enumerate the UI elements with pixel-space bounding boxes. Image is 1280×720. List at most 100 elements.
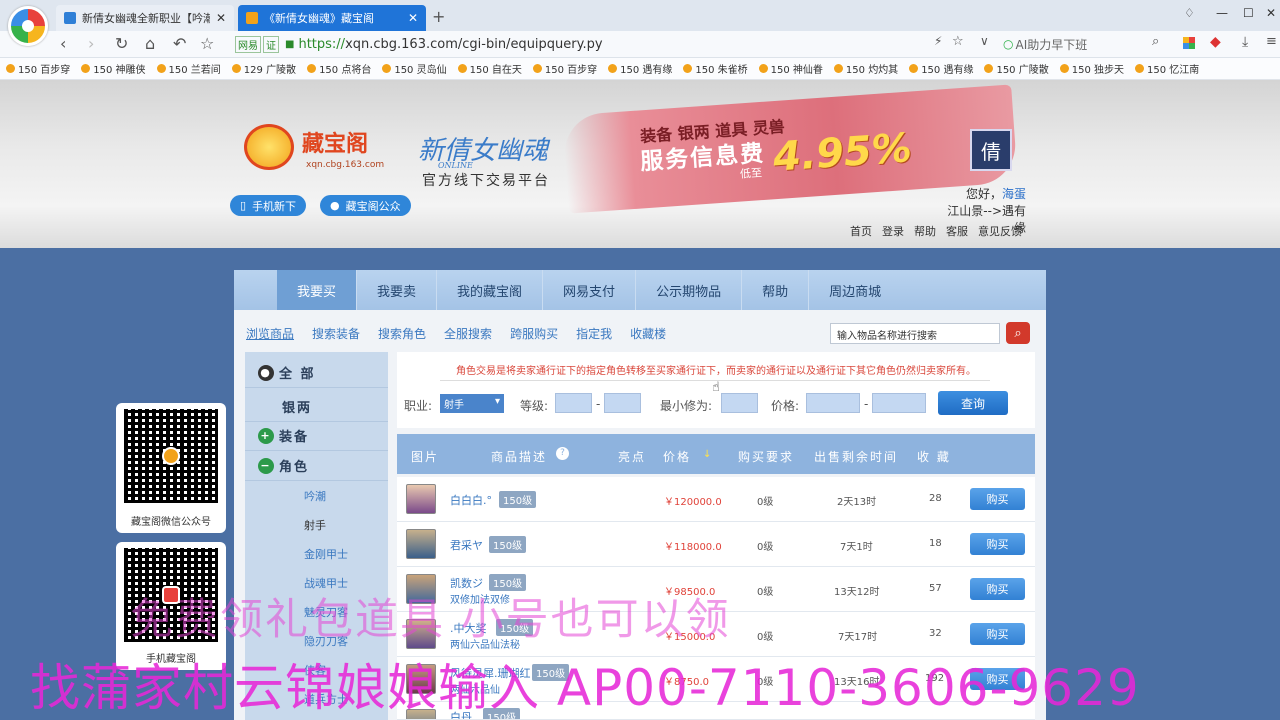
- price-max-input[interactable]: [872, 393, 926, 413]
- subnav-search-role[interactable]: 搜索角色: [378, 325, 426, 342]
- category-role[interactable]: − 角色: [245, 451, 388, 481]
- minimize-icon[interactable]: —: [1216, 6, 1228, 20]
- tab-publicity[interactable]: 公示期物品: [636, 270, 743, 310]
- bookmark-item[interactable]: 150 灼灼其: [833, 61, 898, 76]
- bookmark-item[interactable]: 150 灵岛仙: [382, 61, 447, 76]
- table-row[interactable]: 君采ヤ 150级 ￥118000.0 0级 7天1时 18 购买: [397, 522, 1035, 567]
- bookmark-item[interactable]: 150 点将台: [307, 61, 371, 76]
- wechat-button[interactable]: ● 藏宝阁公众: [320, 195, 411, 216]
- subnav-favorites[interactable]: 收藏楼: [630, 325, 666, 342]
- search-icon[interactable]: ⌕: [1006, 322, 1030, 344]
- level-max-input[interactable]: [604, 393, 641, 413]
- requirement: 0级: [757, 542, 774, 553]
- wechat-icon: ●: [330, 199, 340, 212]
- role-jingang[interactable]: 金刚甲士: [245, 539, 388, 568]
- reload-icon[interactable]: ↻: [115, 34, 128, 53]
- category-silver[interactable]: 银两: [245, 392, 388, 422]
- back-icon[interactable]: ‹: [60, 34, 66, 53]
- role-name[interactable]: 君采ヤ: [450, 537, 483, 553]
- tab-buy[interactable]: 我要买: [277, 270, 358, 310]
- cultivation-input[interactable]: [721, 393, 758, 413]
- bookmark-item[interactable]: 150 广陵散: [984, 61, 1049, 76]
- url-field[interactable]: 网易 证 ■ https://xqn.cbg.163.com/cgi-bin/e…: [235, 34, 975, 54]
- link-help[interactable]: 帮助: [914, 223, 936, 239]
- maximize-icon[interactable]: ☐: [1243, 6, 1254, 20]
- tab-help[interactable]: 帮助: [742, 270, 810, 310]
- undo-icon[interactable]: ↶: [173, 34, 186, 53]
- browser-logo-icon[interactable]: [8, 6, 48, 46]
- forward-icon[interactable]: ›: [88, 34, 94, 53]
- home-icon[interactable]: ⌂: [145, 34, 155, 53]
- sub-nav: 浏览商品 搜索装备 搜索角色 全服搜索 跨服购买 指定我 收藏楼: [246, 325, 666, 342]
- price-min-input[interactable]: [806, 393, 860, 413]
- menu-icon[interactable]: ≡: [1266, 34, 1277, 49]
- subnav-cross-server[interactable]: 跨服购买: [510, 325, 558, 342]
- username-link[interactable]: 海蛋: [1002, 187, 1026, 201]
- table-row[interactable]: 白白白.° 150级 ￥120000.0 0级 2天13时 28 购买: [397, 477, 1035, 522]
- subnav-global-search[interactable]: 全服搜索: [444, 325, 492, 342]
- role-archer[interactable]: 射手: [245, 510, 388, 539]
- link-feedback[interactable]: 意见反馈: [978, 223, 1022, 239]
- tab-sell[interactable]: 我要卖: [357, 270, 438, 310]
- chevron-down-icon[interactable]: ∨: [980, 34, 989, 48]
- mobile-download-button[interactable]: ▯ 手机新下: [230, 195, 307, 216]
- bookmark-item[interactable]: 150 朱雀桥: [683, 61, 748, 76]
- bookmark-item[interactable]: 150 百步穿: [6, 61, 70, 76]
- avatar[interactable]: [406, 484, 436, 514]
- download-icon[interactable]: ⤓: [1242, 34, 1248, 50]
- close-tab-icon[interactable]: ✕: [408, 11, 418, 25]
- search-input[interactable]: ○ AI助力早下班: [1003, 34, 1173, 54]
- link-service[interactable]: 客服: [946, 223, 968, 239]
- site-logo[interactable]: 藏宝阁 xqn.cbg.163.com: [238, 120, 398, 180]
- tab-mall[interactable]: 周边商城: [809, 270, 901, 310]
- level-min-input[interactable]: [555, 393, 592, 413]
- bookmark-item[interactable]: 150 遇有缘: [608, 61, 672, 76]
- skin-icon[interactable]: ♢: [1184, 6, 1195, 20]
- tab-cbg[interactable]: 《新倩女幽魂》藏宝阁 ✕: [238, 5, 426, 31]
- role-name[interactable]: 白白白.°: [450, 492, 492, 508]
- bookmark-item[interactable]: 150 百步穿: [532, 61, 597, 76]
- buy-button[interactable]: 购买: [970, 533, 1025, 555]
- bookmark-star-icon[interactable]: ☆: [952, 34, 964, 49]
- close-tab-icon[interactable]: ✕: [216, 11, 226, 25]
- bookmark-item[interactable]: 150 兰若间: [156, 61, 221, 76]
- category-equip[interactable]: + 装备: [245, 421, 388, 451]
- link-home[interactable]: 首页: [850, 223, 872, 239]
- tab-title: 《新倩女幽魂》藏宝阁: [264, 12, 374, 25]
- close-window-icon[interactable]: ✕: [1266, 6, 1276, 20]
- lightning-icon[interactable]: ⚡: [934, 34, 942, 48]
- favorite-count: 57: [929, 583, 942, 594]
- query-button[interactable]: 查询: [938, 391, 1008, 415]
- bookmark-item[interactable]: 150 独步天: [1059, 61, 1124, 76]
- bookmark-item[interactable]: 150 神雕侠: [81, 61, 146, 76]
- help-icon[interactable]: ?: [556, 447, 569, 460]
- category-all[interactable]: ● 全 部: [245, 358, 388, 388]
- buy-button[interactable]: 购买: [970, 578, 1025, 600]
- buy-button[interactable]: 购买: [970, 488, 1025, 510]
- buy-button[interactable]: 购买: [970, 623, 1025, 645]
- search-icon[interactable]: ⌕: [1152, 34, 1159, 49]
- bookmark-item[interactable]: 150 忆江南: [1134, 61, 1199, 76]
- bookmark-item[interactable]: 150 遇有缘: [909, 61, 973, 76]
- bookmark-item[interactable]: 150 神仙眷: [758, 61, 823, 76]
- tab-pay[interactable]: 网易支付: [543, 270, 637, 310]
- link-login[interactable]: 登录: [882, 223, 904, 239]
- bookmark-item[interactable]: 129 广陵散: [231, 61, 296, 76]
- apps-icon[interactable]: [1183, 37, 1195, 49]
- new-tab-button[interactable]: +: [432, 7, 445, 26]
- subnav-search-equip[interactable]: 搜索装备: [312, 325, 360, 342]
- site-name: 藏宝阁: [302, 132, 369, 157]
- tab-my-cbg[interactable]: 我的藏宝阁: [437, 270, 544, 310]
- favorite-star-icon[interactable]: ☆: [200, 34, 214, 53]
- avatar[interactable]: [406, 529, 436, 559]
- tab-game-news[interactable]: 新倩女幽魂全新职业【吟潮】上 ✕: [56, 5, 234, 31]
- job-select[interactable]: 射手 ▾: [440, 394, 504, 413]
- role-yinchao[interactable]: 吟潮: [245, 481, 388, 510]
- game-icon[interactable]: ◆: [1210, 34, 1221, 50]
- col-price[interactable]: 价格: [663, 448, 691, 465]
- item-search-input[interactable]: 输入物品名称进行搜索: [830, 323, 1000, 344]
- bookmark-item[interactable]: 150 自在天: [457, 61, 522, 76]
- sort-icon[interactable]: ↓: [703, 449, 711, 460]
- subnav-assigned[interactable]: 指定我: [576, 325, 612, 342]
- subnav-browse[interactable]: 浏览商品: [246, 325, 294, 342]
